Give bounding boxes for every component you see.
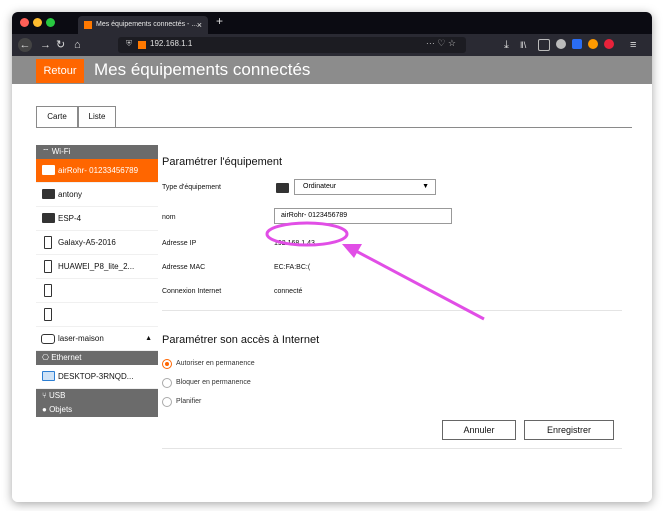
ip-highlight-circle bbox=[265, 221, 349, 247]
annotation-arrow-line bbox=[353, 248, 485, 321]
annotation-overlay bbox=[265, 221, 485, 321]
